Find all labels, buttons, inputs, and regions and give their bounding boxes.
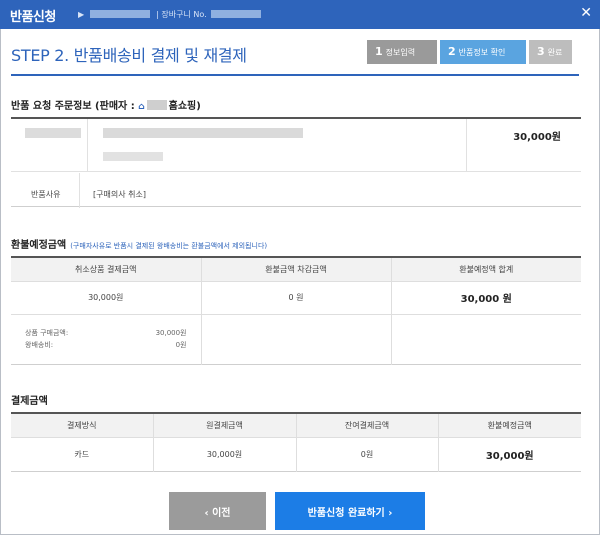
deduction-amount: 0 원: [201, 280, 392, 314]
payment-section-title: 결제금액: [11, 396, 48, 407]
product-thumbnail: [25, 128, 81, 138]
payment-col-header: 환불예정금액: [438, 413, 581, 437]
refund-col-header: 환불예정액 합계: [391, 257, 581, 281]
window-title: 반품신청: [10, 10, 56, 25]
divider: [466, 119, 467, 171]
redacted-text: [90, 10, 151, 18]
order-section-title: 반품 요청 주문정보 (판매자 : ⌂ 홈쇼핑): [11, 100, 201, 112]
return-reason-label: 반품사유: [31, 190, 61, 199]
refund-total: 30,000 원: [391, 280, 581, 314]
close-icon[interactable]: ✕: [580, 5, 592, 21]
cart-number-label: 장바구니 No.: [161, 10, 207, 19]
breadcrumb-arrow-icon: ▶: [78, 10, 85, 19]
redacted-seller: [146, 100, 167, 110]
payment-col-header: 원결제금액: [153, 413, 297, 437]
divider: [87, 119, 88, 171]
empty-cell: [391, 313, 581, 364]
header-bar: 반품신청 ▶ | 장바구니 No. ✕: [0, 0, 600, 29]
refund-col-header: 환불금액 차감금액: [201, 257, 392, 281]
refund-note: (구매자사유로 반품시 결제된 왕배송비는 환불금액에서 제외됩니다): [70, 242, 268, 250]
remaining-payment-amount: 0원: [296, 436, 439, 471]
product-option-redacted: [103, 152, 163, 161]
title-divider: [11, 74, 579, 76]
empty-cell: [201, 313, 392, 364]
refund-table: 취소상품 결제금액 환불금액 차감금액 환불예정액 합계 30,000원 0 원…: [11, 256, 581, 365]
home-icon: ⌂: [138, 102, 145, 112]
product-name-redacted: [103, 128, 303, 138]
payment-method: 카드: [11, 436, 154, 471]
breadcrumb-separator: |: [156, 10, 159, 19]
refund-detail-cell: 상품 구매금액: 30,000원 왕배송비: 0원: [11, 313, 202, 364]
original-payment-amount: 30,000원: [153, 436, 297, 471]
step-1: 1 정보입력: [367, 40, 437, 64]
step-3: 3 완료: [529, 40, 572, 64]
redacted-cart-number: [210, 10, 261, 18]
order-product-row: 30,000원: [11, 119, 581, 172]
expected-refund-amount: 30,000원: [438, 436, 581, 471]
previous-button[interactable]: ‹ 이전: [169, 492, 266, 530]
complete-return-button[interactable]: 반품신청 완료하기 ›: [275, 492, 425, 530]
refund-col-header: 취소상품 결제금액: [11, 257, 202, 281]
payment-col-header: 결제방식: [11, 413, 154, 437]
divider: [79, 173, 80, 208]
order-info-table: 30,000원 반품사유 [구매의사 취소]: [11, 117, 581, 208]
order-price: 30,000원: [513, 132, 561, 143]
payment-col-header: 잔여결제금액: [296, 413, 439, 437]
step-indicator: 1 정보입력 2 반품정보 확인 3 완료: [367, 40, 572, 64]
page-title: STEP 2. 반품배송비 결제 및 재결제: [11, 46, 247, 65]
step-2-current: 2 반품정보 확인: [440, 40, 526, 64]
refund-section-title: 환불예정금액 (구매자사유로 반품시 결제된 왕배송비는 환불금액에서 제외됩니다…: [11, 240, 268, 251]
payment-table: 결제방식 원결제금액 잔여결제금액 환불예정금액 카드 30,000원 0원 3…: [11, 412, 581, 472]
return-reason-value: [구매의사 취소]: [93, 190, 146, 199]
cancel-product-amount: 30,000원: [11, 280, 202, 314]
breadcrumb: ▶ | 장바구니 No.: [78, 9, 261, 20]
